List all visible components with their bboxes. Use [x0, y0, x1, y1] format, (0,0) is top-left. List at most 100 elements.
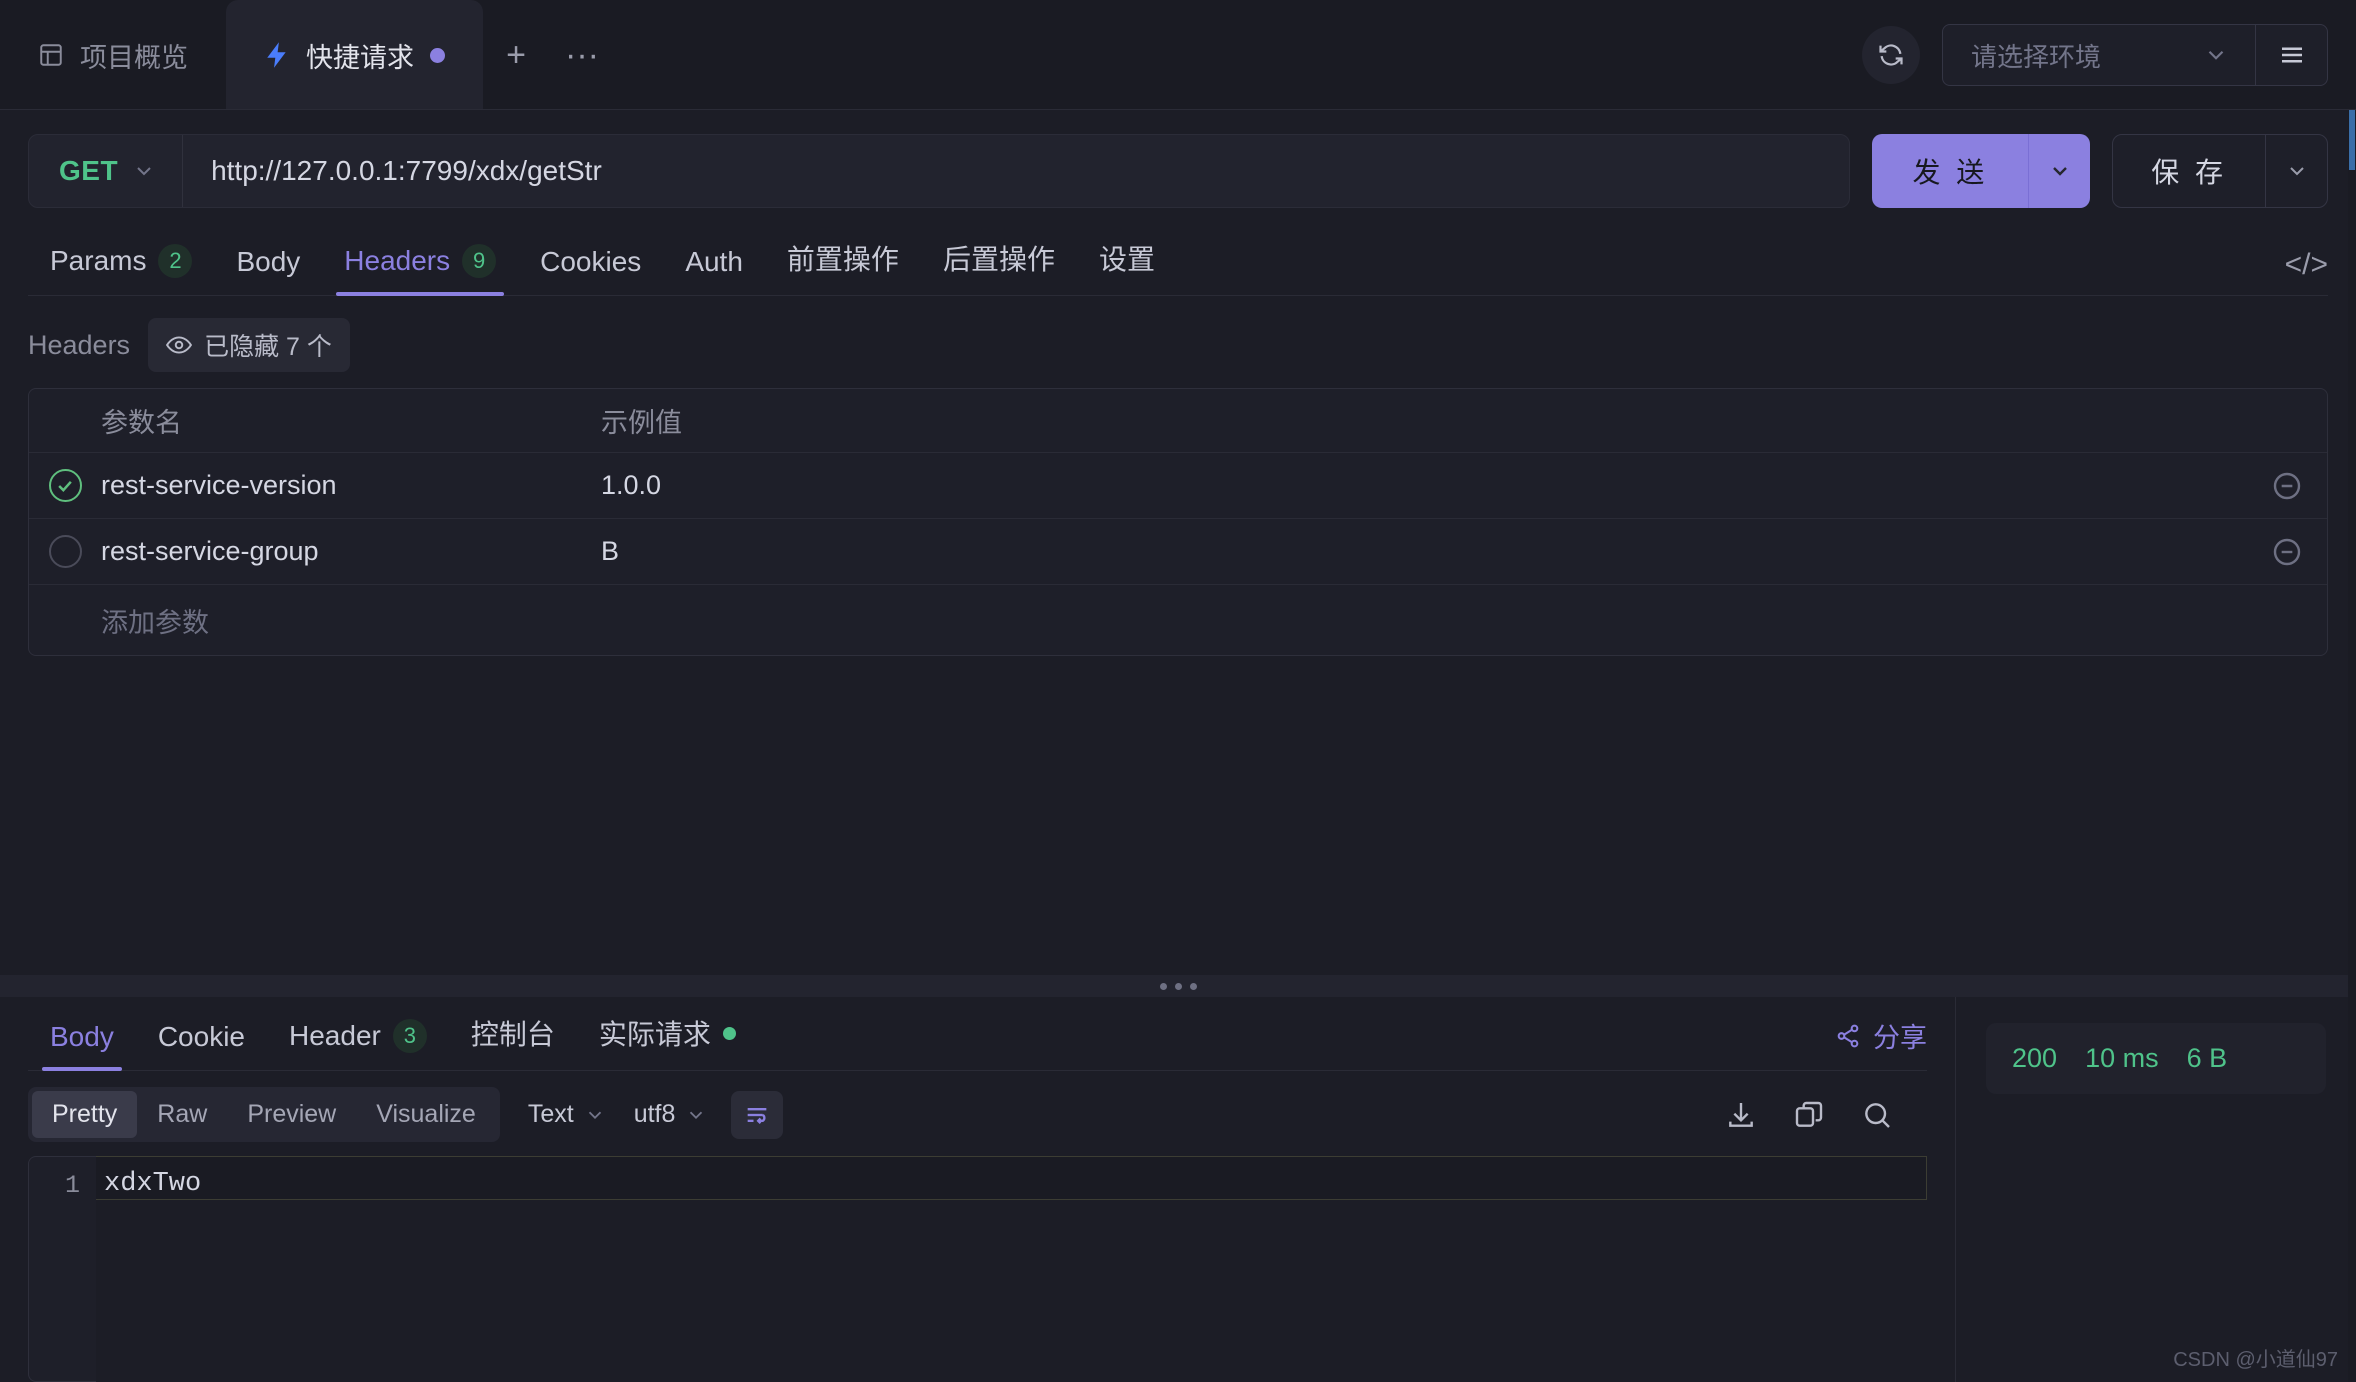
share-label: 分享	[1873, 1023, 1927, 1053]
share-button[interactable]: 分享	[1835, 1016, 1927, 1071]
response-tab-actual-request[interactable]: 实际请求	[577, 1013, 758, 1071]
tab-label: Cookie	[157, 1021, 245, 1052]
request-empty-space	[0, 656, 2356, 975]
editor-line-numbers: 1	[28, 1156, 96, 1382]
window-tab-bar-actions: 请选择环境	[1862, 0, 2356, 110]
chevron-down-icon[interactable]	[2028, 134, 2090, 208]
save-button[interactable]: 保 存	[2112, 134, 2328, 208]
headers-panel: Headers 已隐藏 7 个 参数名 示例值 rest-service-ver…	[0, 296, 2356, 656]
wrap-lines-icon[interactable]	[731, 1090, 784, 1139]
tab-label: 实际请求	[598, 1019, 711, 1050]
copy-icon[interactable]	[1793, 1099, 1825, 1131]
viewer-mode-pretty[interactable]: Pretty	[32, 1091, 138, 1138]
table-row: rest-service-version 1.0.0	[29, 453, 2327, 519]
send-button[interactable]: 发 送	[1872, 134, 2091, 208]
tab-label: Headers	[344, 245, 451, 276]
column-header-name: 参数名	[101, 408, 182, 438]
bolt-icon	[264, 41, 290, 69]
minus-circle-icon[interactable]	[2247, 470, 2327, 502]
headers-panel-title: Headers	[28, 329, 131, 360]
window-tab-label: 项目概览	[80, 42, 188, 73]
window-tab-bar: 项目概览 快捷请求 + ··· 请选择环境	[0, 0, 2356, 110]
viewer-mode-group: Pretty Raw Preview Visualize	[28, 1087, 500, 1142]
row-checkbox-cell	[29, 535, 101, 568]
viewer-mode-visualize[interactable]: Visualize	[356, 1091, 496, 1138]
row-checkbox-unchecked[interactable]	[48, 535, 82, 568]
tab-cookies[interactable]: Cookies	[518, 246, 663, 296]
api-client-window: 项目概览 快捷请求 + ··· 请选择环境 GET http://127.0.0…	[0, 0, 2356, 1382]
tab-count-badge: 9	[462, 244, 497, 278]
tab-label: Auth	[685, 246, 743, 277]
encoding-label: utf8	[633, 1100, 676, 1128]
tab-settings[interactable]: 设置	[1077, 238, 1177, 296]
add-parameter-row[interactable]: 添加参数	[29, 585, 2327, 655]
chevron-down-icon	[2203, 42, 2255, 68]
tab-count-badge: 2	[158, 244, 193, 278]
editor-content-line[interactable]: xdxTwo	[96, 1156, 1927, 1200]
header-name[interactable]: rest-service-group	[101, 536, 601, 567]
tab-pre-operation[interactable]: 前置操作	[765, 238, 921, 296]
response-tab-cookie[interactable]: Cookie	[136, 1021, 267, 1071]
tab-label: 设置	[1098, 244, 1155, 275]
tab-label: 后置操作	[942, 244, 1055, 275]
http-method-selector[interactable]: GET	[29, 135, 184, 207]
headers-table: 参数名 示例值 rest-service-version 1.0.0 rest-…	[28, 388, 2328, 656]
chevron-down-icon	[132, 159, 156, 183]
status-size: 6 B	[2186, 1043, 2228, 1073]
row-checkbox-cell	[29, 469, 101, 502]
response-viewer-toolbar: Pretty Raw Preview Visualize Text utf8	[0, 1071, 1955, 1156]
response-tab-body[interactable]: Body	[28, 1021, 136, 1071]
response-tab-console[interactable]: 控制台	[449, 1013, 577, 1071]
tab-label: Body	[236, 246, 301, 277]
hamburger-menu-icon[interactable]	[2255, 25, 2327, 85]
tab-headers[interactable]: Headers 9	[322, 244, 518, 296]
tab-auth[interactable]: Auth	[663, 246, 765, 296]
tab-label: Params	[50, 245, 147, 276]
new-tab-button[interactable]: +	[483, 0, 549, 110]
unsaved-indicator-dot	[430, 47, 445, 63]
grip-dots-icon	[1159, 982, 1197, 990]
header-name[interactable]: rest-service-version	[101, 470, 601, 501]
response-panel: Body Cookie Header 3 控制台 实际请求 分享 Pretty …	[0, 997, 2356, 1382]
header-value[interactable]: 1.0.0	[601, 470, 2247, 501]
url-input[interactable]: http://127.0.0.1:7799/xdx/getStr	[183, 155, 602, 187]
table-row: rest-service-group B	[29, 519, 2327, 585]
layout-icon	[38, 42, 64, 68]
viewer-mode-raw[interactable]: Raw	[137, 1091, 227, 1138]
environment-selector[interactable]: 请选择环境	[1942, 24, 2328, 86]
tab-label: Header	[289, 1020, 381, 1051]
tab-body[interactable]: Body	[214, 246, 322, 296]
hidden-headers-label: 已隐藏 7 个	[204, 333, 332, 361]
tab-post-operation[interactable]: 后置操作	[921, 238, 1077, 296]
watermark: CSDN @小道仙97	[2173, 1349, 2338, 1371]
chevron-down-icon[interactable]	[2265, 135, 2327, 207]
tab-label: 控制台	[470, 1019, 555, 1050]
panel-splitter-handle[interactable]	[0, 975, 2356, 997]
header-value[interactable]: B	[601, 536, 2247, 567]
status-dot-icon	[722, 1026, 736, 1040]
download-icon[interactable]	[1725, 1099, 1757, 1131]
send-button-label: 发 送	[1912, 157, 1989, 188]
window-tab-project-overview[interactable]: 项目概览	[0, 0, 226, 110]
row-checkbox-checked[interactable]	[48, 469, 82, 502]
encoding-selector[interactable]: utf8	[634, 1100, 708, 1129]
headers-panel-title-row: Headers 已隐藏 7 个	[28, 318, 2328, 372]
scrollbar-thumb	[2349, 110, 2355, 170]
response-tab-header[interactable]: Header 3	[267, 1019, 449, 1071]
refresh-icon[interactable]	[1862, 26, 1920, 84]
minus-circle-icon[interactable]	[2247, 536, 2327, 568]
viewer-mode-preview[interactable]: Preview	[227, 1091, 356, 1138]
hidden-headers-chip[interactable]: 已隐藏 7 个	[148, 318, 350, 372]
tab-count-badge: 3	[392, 1019, 427, 1053]
window-tab-quick-request[interactable]: 快捷请求	[226, 0, 483, 110]
tab-label: Body	[50, 1021, 114, 1052]
tab-more-button[interactable]: ···	[549, 0, 615, 110]
search-icon[interactable]	[1861, 1099, 1893, 1131]
editor-content-host: xdxTwo	[96, 1156, 1927, 1382]
column-header-value: 示例值	[601, 408, 682, 438]
tab-params[interactable]: Params 2	[28, 244, 214, 296]
url-bar: GET http://127.0.0.1:7799/xdx/getStr	[28, 134, 1851, 208]
content-type-selector[interactable]: Text	[528, 1100, 606, 1129]
window-scrollbar[interactable]	[2348, 110, 2356, 1382]
code-snippet-icon[interactable]: </>	[2285, 248, 2328, 296]
